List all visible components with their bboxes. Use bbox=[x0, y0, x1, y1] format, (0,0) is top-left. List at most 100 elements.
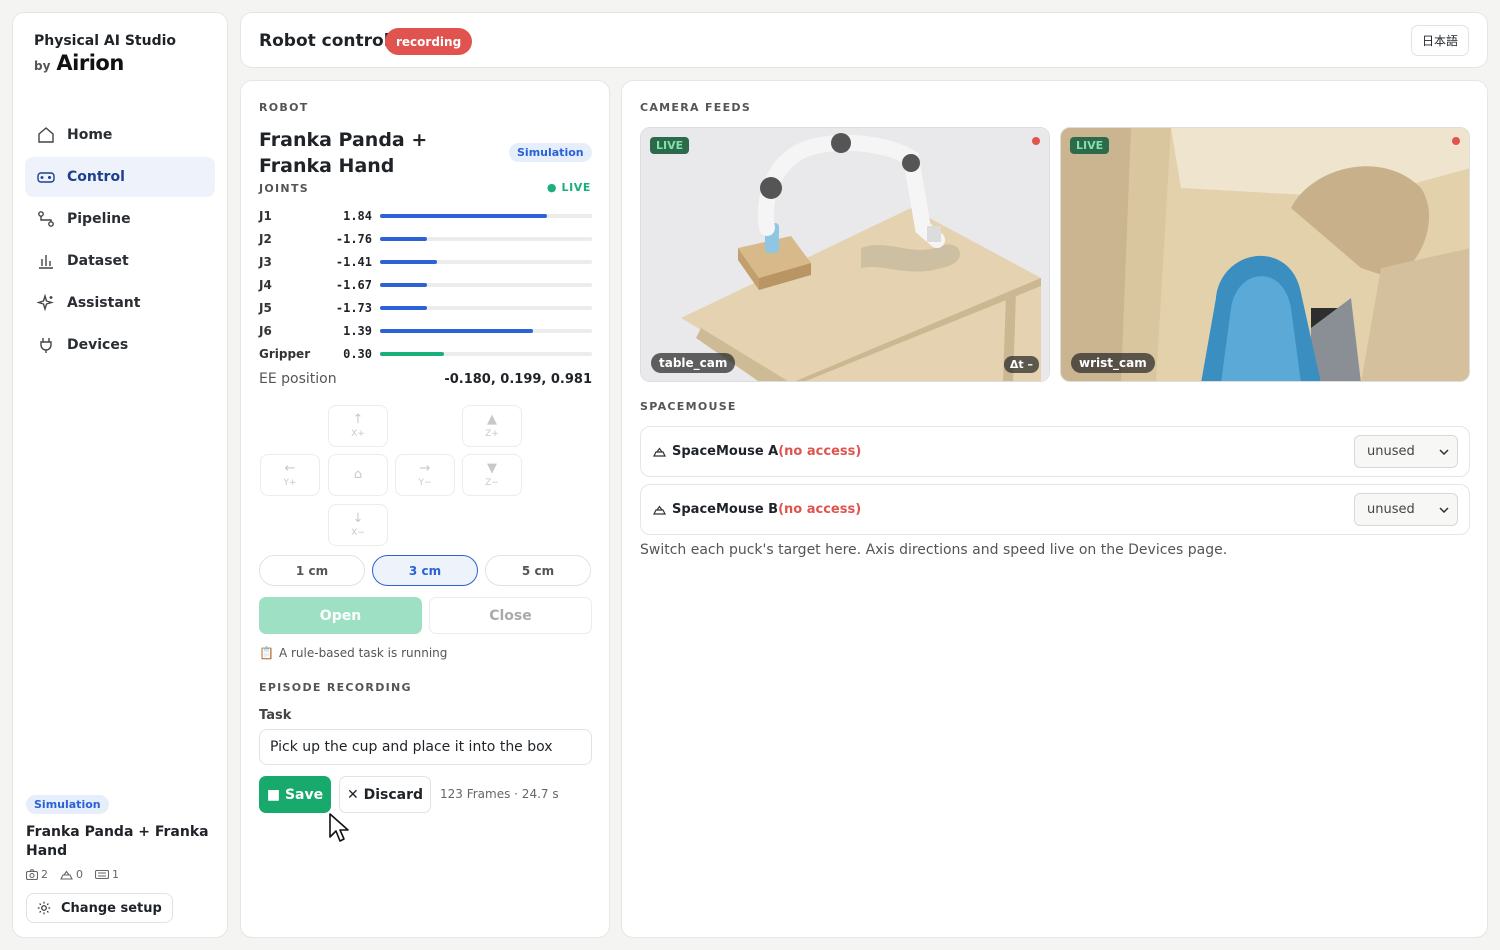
camera-count: 2 bbox=[41, 868, 48, 881]
brand[interactable]: Physical AI Studio by Airion bbox=[34, 33, 176, 75]
spacemouse-count: 0 bbox=[76, 868, 83, 881]
joint-row: J1 1.84 bbox=[259, 207, 592, 225]
joint-value: 1.84 bbox=[343, 209, 372, 223]
jog-x-minus-button[interactable]: ↓ X− bbox=[328, 504, 388, 546]
no-access-label: (no access) bbox=[778, 502, 862, 517]
spacemouse-target-select[interactable]: unused bbox=[1354, 435, 1458, 468]
chevron-down-icon bbox=[1439, 448, 1449, 455]
joint-bar-fill bbox=[380, 352, 444, 356]
task-input[interactable] bbox=[259, 729, 592, 765]
ee-position: EE position -0.180, 0.199, 0.981 bbox=[259, 371, 592, 387]
gear-icon bbox=[37, 901, 51, 915]
step-1cm-button[interactable]: 1 cm bbox=[259, 555, 365, 586]
discard-button[interactable]: ✕ Discard bbox=[339, 776, 431, 813]
recording-badge: recording bbox=[385, 28, 473, 55]
mode-badge: Simulation bbox=[26, 795, 109, 814]
live-indicator: ● LIVE bbox=[546, 181, 591, 194]
jog-x-plus-button[interactable]: ↑ X+ bbox=[328, 405, 388, 447]
joint-name: J3 bbox=[259, 255, 272, 269]
sidebar-item-assistant[interactable]: Assistant bbox=[25, 283, 215, 323]
jog-home-button[interactable]: ⌂ bbox=[328, 454, 388, 496]
clipboard-icon: 📋 bbox=[259, 646, 274, 660]
joint-name: Gripper bbox=[259, 347, 311, 361]
home-icon bbox=[37, 126, 55, 144]
joint-bar bbox=[380, 214, 592, 218]
step-5cm-button[interactable]: 5 cm bbox=[485, 555, 591, 586]
mouse-cursor-icon bbox=[329, 813, 349, 842]
joint-name: J5 bbox=[259, 301, 272, 315]
save-button[interactable]: ■ Save bbox=[259, 776, 331, 813]
joint-row: J2 -1.76 bbox=[259, 230, 592, 248]
joint-bar bbox=[380, 352, 592, 356]
camera-feed-wrist[interactable]: LIVE wrist_cam bbox=[1060, 127, 1470, 382]
sidebar: Physical AI Studio by Airion Home Contro… bbox=[12, 12, 228, 938]
sidebar-item-label: Devices bbox=[67, 337, 129, 353]
sidebar-item-label: Home bbox=[67, 127, 113, 143]
device-stats: 2 0 1 bbox=[26, 868, 216, 881]
sparkle-icon bbox=[37, 294, 55, 312]
camera-panel: CAMERA FEEDS LIVE table_cam Δt – LIVE wr… bbox=[621, 80, 1488, 938]
gripper-open-button[interactable]: Open bbox=[259, 597, 422, 634]
joint-name: J6 bbox=[259, 324, 272, 338]
camera-feed-table[interactable]: LIVE table_cam Δt – bbox=[640, 127, 1050, 382]
joint-bar-fill bbox=[380, 237, 427, 241]
jog-z-minus-button[interactable]: ▼ Z− bbox=[462, 454, 522, 496]
rule-task-text: A rule-based task is running bbox=[278, 646, 448, 660]
joint-name: J4 bbox=[259, 278, 272, 292]
joint-row: J3 -1.41 bbox=[259, 253, 592, 271]
ee-position-value: -0.180, 0.199, 0.981 bbox=[444, 371, 592, 387]
jog-z-plus-button[interactable]: ▲ Z+ bbox=[462, 405, 522, 447]
jog-label: X+ bbox=[351, 428, 365, 439]
joint-bar bbox=[380, 283, 592, 287]
joint-value: 0.30 bbox=[343, 347, 372, 361]
home-icon: ⌂ bbox=[353, 467, 363, 482]
sidebar-item-label: Assistant bbox=[67, 295, 141, 311]
joint-bar-fill bbox=[380, 306, 427, 310]
jog-label: Y− bbox=[418, 477, 432, 488]
sidebar-item-home[interactable]: Home bbox=[25, 115, 215, 155]
change-setup-button[interactable]: Change setup bbox=[26, 893, 173, 923]
robot-name: Franka Panda + Franka Hand bbox=[259, 129, 428, 177]
rule-task-note: 📋 A rule-based task is running bbox=[259, 646, 447, 660]
sidebar-item-label: Dataset bbox=[67, 253, 129, 269]
spacemouse-target-select[interactable]: unused bbox=[1354, 493, 1458, 526]
keyboard-icon bbox=[95, 870, 109, 879]
language-button[interactable]: 日本語 bbox=[1410, 25, 1469, 56]
spacemouse-icon bbox=[653, 504, 666, 515]
spacemouse-icon bbox=[653, 446, 666, 457]
jog-label: X− bbox=[351, 527, 365, 538]
jog-y-minus-button[interactable]: → Y− bbox=[395, 454, 455, 496]
pipeline-icon bbox=[37, 210, 55, 228]
keyboard-count: 1 bbox=[112, 868, 119, 881]
task-label: Task bbox=[259, 708, 292, 723]
jog-arrow: → bbox=[419, 460, 431, 476]
spacemouse-note: Switch each puck's target here. Axis dir… bbox=[640, 542, 1228, 558]
step-3cm-button[interactable]: 3 cm bbox=[372, 555, 478, 586]
airion-logo: Airion bbox=[56, 51, 124, 75]
sidebar-robot-name: Franka Panda + Franka Hand bbox=[26, 824, 209, 859]
live-tag: LIVE bbox=[1070, 137, 1110, 154]
joint-bar bbox=[380, 237, 592, 241]
table-cam-image bbox=[641, 128, 1049, 381]
spacemouse-row: SpaceMouse B(no access) unused bbox=[640, 484, 1470, 535]
spacemouse-section-title: SPACEMOUSE bbox=[640, 400, 737, 413]
joint-name: J2 bbox=[259, 232, 272, 246]
jog-label: Y+ bbox=[283, 477, 297, 488]
change-setup-label: Change setup bbox=[61, 900, 162, 916]
camera-section-title: CAMERA FEEDS bbox=[640, 101, 752, 114]
brand-by: by bbox=[34, 59, 51, 73]
brand-title: Physical AI Studio bbox=[34, 33, 177, 49]
joint-row: J5 -1.73 bbox=[259, 299, 592, 317]
joint-value: 1.39 bbox=[343, 324, 372, 338]
select-value: unused bbox=[1367, 502, 1415, 517]
joint-bar-fill bbox=[380, 283, 427, 287]
sidebar-item-pipeline[interactable]: Pipeline bbox=[25, 199, 215, 239]
joint-name: J1 bbox=[259, 209, 272, 223]
sidebar-item-devices[interactable]: Devices bbox=[25, 325, 215, 365]
gripper-close-button[interactable]: Close bbox=[429, 597, 592, 634]
sidebar-item-control[interactable]: Control bbox=[25, 157, 215, 197]
robot-mode-badge: Simulation bbox=[509, 143, 592, 162]
jog-arrow: ↑ bbox=[352, 411, 364, 427]
sidebar-item-dataset[interactable]: Dataset bbox=[25, 241, 215, 281]
jog-y-plus-button[interactable]: ← Y+ bbox=[260, 454, 320, 496]
